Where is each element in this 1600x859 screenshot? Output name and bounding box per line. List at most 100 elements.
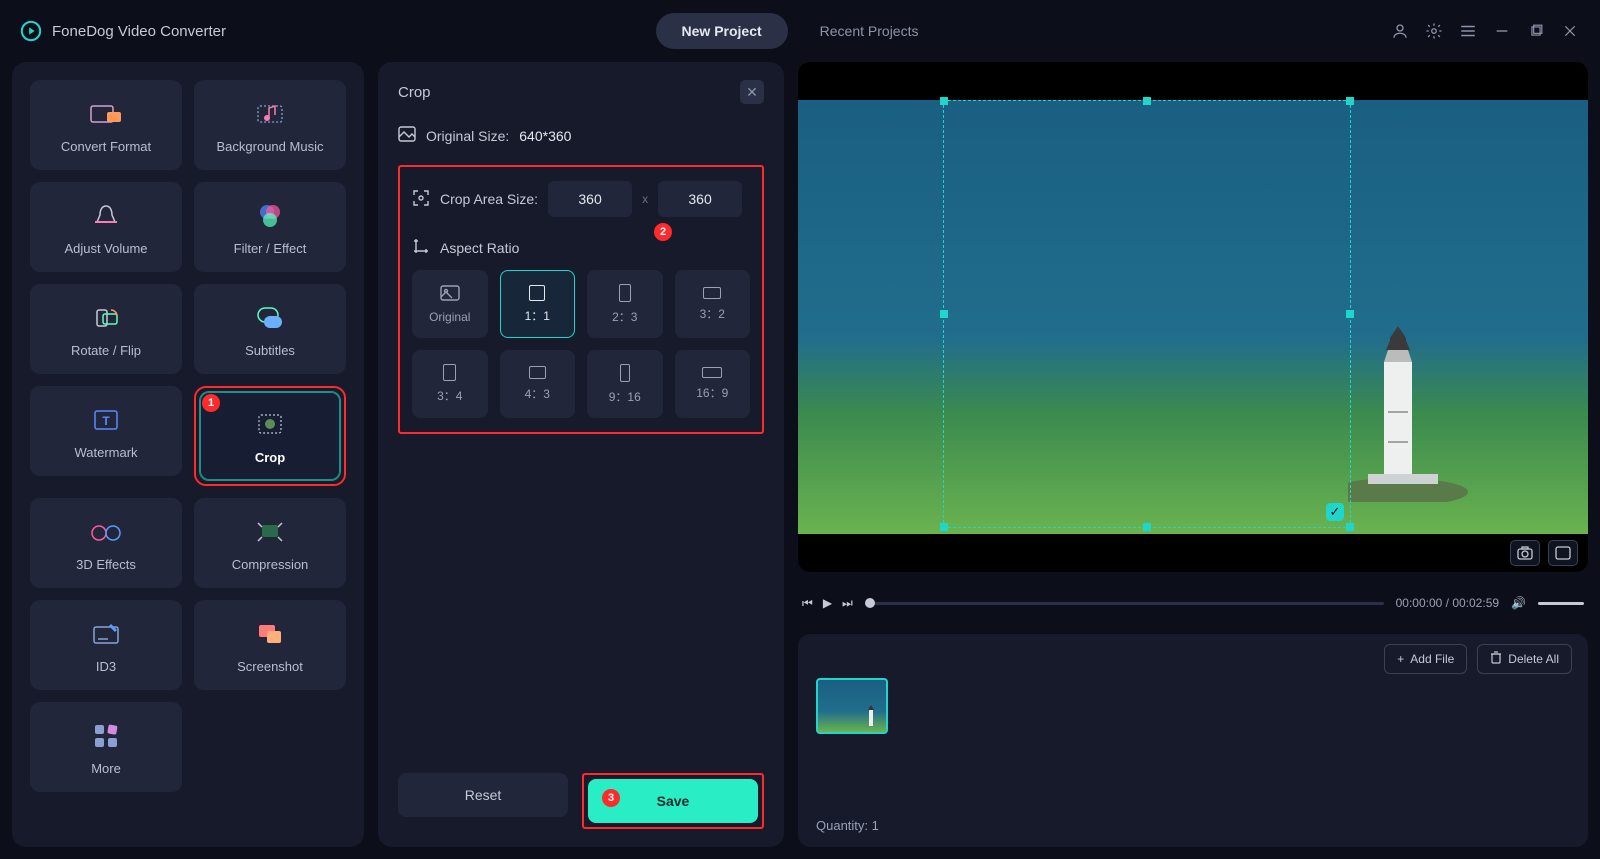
delete-all-label: Delete All (1508, 652, 1559, 666)
playback-bar: ⏮ ▶ ⏭ 00:00:00 / 00:02:59 🔊 (798, 586, 1588, 620)
account-icon[interactable] (1390, 21, 1410, 41)
tool-label: Adjust Volume (64, 241, 147, 256)
current-time: 00:00:00 (1396, 596, 1443, 610)
window-maximize-icon[interactable] (1526, 21, 1546, 41)
delete-all-button[interactable]: Delete All (1477, 644, 1572, 674)
window-minimize-icon[interactable] (1492, 21, 1512, 41)
app-logo-icon (20, 20, 42, 42)
menu-hamburger-icon[interactable] (1458, 21, 1478, 41)
aspect-shape-icon (529, 366, 546, 379)
tool-screenshot[interactable]: Screenshot (194, 600, 346, 690)
aspect-shape-icon (702, 367, 722, 378)
crop-panel-title: Crop (398, 84, 431, 101)
convert-format-icon (89, 97, 123, 131)
prev-frame-icon[interactable]: ⏮ (802, 596, 813, 611)
volume-bell-icon (89, 199, 123, 233)
crop-handle-mr[interactable] (1346, 310, 1354, 318)
tool-label: Watermark (74, 445, 137, 460)
time-display: 00:00:00 / 00:02:59 (1396, 596, 1499, 610)
crop-handle-tl[interactable] (940, 97, 948, 105)
tool-adjust-volume[interactable]: Adjust Volume (30, 182, 182, 272)
crop-handle-bl[interactable] (940, 523, 948, 531)
tool-label: 3D Effects (76, 557, 136, 572)
tool-label: Convert Format (61, 139, 151, 154)
crop-handle-br[interactable] (1346, 523, 1354, 531)
crop-area-icon (412, 189, 430, 210)
quantity-text: Quantity: 1 (816, 818, 1570, 833)
play-icon[interactable]: ▶ (823, 596, 832, 611)
aspect-3-4[interactable]: 3：4 (412, 350, 488, 418)
video-thumbnail[interactable] (816, 678, 888, 734)
aspect-1-1[interactable]: 1：1 (500, 270, 576, 338)
volume-slider[interactable] (1538, 602, 1584, 605)
tool-crop-highlight: 1 Crop (194, 386, 346, 486)
aspect-4-3[interactable]: 4：3 (500, 350, 576, 418)
crop-width-input[interactable] (548, 181, 632, 217)
tool-label: ID3 (96, 659, 116, 674)
crop-height-input[interactable] (658, 181, 742, 217)
camera-snapshot-icon[interactable] (1510, 540, 1540, 566)
add-file-label: Add File (1410, 652, 1454, 666)
tool-crop[interactable]: Crop (199, 391, 341, 481)
tab-recent-projects[interactable]: Recent Projects (794, 13, 945, 49)
crop-handle-tm[interactable] (1143, 97, 1151, 105)
aspect-original[interactable]: Original (412, 270, 488, 338)
save-button-highlight: 3 Save (582, 773, 764, 829)
tool-3d-effects[interactable]: 3D Effects (30, 498, 182, 588)
watermark-icon: T (89, 403, 123, 437)
screenshot-icon (253, 617, 287, 651)
tool-filter-effect[interactable]: Filter / Effect (194, 182, 346, 272)
progress-thumb[interactable] (865, 598, 875, 608)
tool-compression[interactable]: Compression (194, 498, 346, 588)
tool-rotate-flip[interactable]: Rotate / Flip (30, 284, 182, 374)
crop-handle-tr[interactable] (1346, 97, 1354, 105)
aspect-label: 4：3 (525, 385, 550, 402)
volume-icon[interactable]: 🔊 (1511, 596, 1526, 610)
tab-new-project[interactable]: New Project (656, 13, 788, 49)
aspect-9-16[interactable]: 9：16 (587, 350, 663, 418)
subtitles-icon (253, 301, 287, 335)
tool-subtitles[interactable]: Subtitles (194, 284, 346, 374)
video-preview-pane[interactable]: ✓ (798, 62, 1588, 572)
aspect-shape-icon (529, 285, 545, 301)
tool-watermark[interactable]: T Watermark (30, 386, 182, 476)
original-size-value: 640*360 (519, 128, 571, 144)
badge-2: 2 (654, 223, 672, 241)
aspect-label: 1：1 (525, 307, 550, 324)
badge-3: 3 (602, 789, 620, 807)
progress-track[interactable] (865, 602, 1384, 605)
settings-gear-icon[interactable] (1424, 21, 1444, 41)
file-list-area: +Add File Delete All Quantity: 1 (798, 634, 1588, 847)
crop-settings-highlight: 2 Crop Area Size: x Aspect Ratio Origina… (398, 165, 764, 434)
reset-button[interactable]: Reset (398, 773, 568, 817)
add-file-button[interactable]: +Add File (1384, 644, 1467, 674)
3d-glasses-icon (89, 515, 123, 549)
tool-background-music[interactable]: Background Music (194, 80, 346, 170)
aspect-16-9[interactable]: 16：9 (675, 350, 751, 418)
tool-label: More (91, 761, 121, 776)
next-frame-icon[interactable]: ⏭ (842, 596, 853, 611)
svg-text:T: T (102, 414, 110, 428)
original-size-label: Original Size: (426, 128, 509, 144)
fullscreen-icon[interactable] (1548, 540, 1578, 566)
aspect-label: 9：16 (609, 388, 641, 405)
aspect-3-2[interactable]: 3：2 (675, 270, 751, 338)
crop-selection-box[interactable]: ✓ (943, 100, 1351, 528)
tool-more[interactable]: More (30, 702, 182, 792)
thumb-lighthouse-icon (864, 704, 878, 728)
tool-convert-format[interactable]: Convert Format (30, 80, 182, 170)
quantity-label: Quantity: (816, 818, 868, 833)
crop-handle-bm[interactable] (1143, 523, 1151, 531)
aspect-2-3[interactable]: 2：3 (587, 270, 663, 338)
tool-id3[interactable]: ID3 (30, 600, 182, 690)
aspect-label: 16：9 (696, 384, 728, 401)
crop-handle-ml[interactable] (940, 310, 948, 318)
crop-panel-close-button[interactable]: ✕ (740, 80, 764, 104)
crop-confirm-check-icon[interactable]: ✓ (1326, 503, 1344, 521)
quantity-value: 1 (872, 818, 879, 833)
filter-effect-icon (253, 199, 287, 233)
window-close-icon[interactable] (1560, 21, 1580, 41)
aspect-ratio-label: Aspect Ratio (440, 240, 519, 256)
aspect-shape-icon (703, 287, 721, 299)
crop-area-size-label: Crop Area Size: (440, 191, 538, 207)
